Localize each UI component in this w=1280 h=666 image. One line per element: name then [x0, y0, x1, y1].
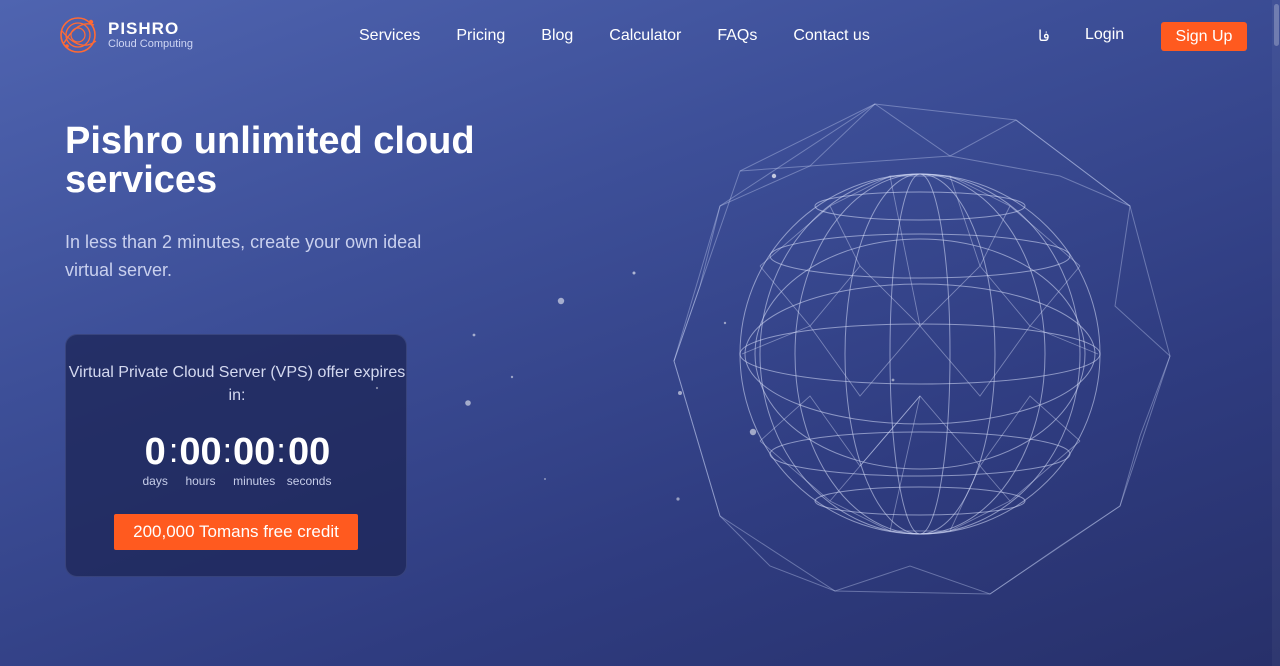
hero-subtitle: In less than 2 minutes, create your own …	[65, 232, 422, 280]
language-switch[interactable]: فا	[1038, 27, 1050, 45]
countdown-hours: 00 hours	[179, 431, 221, 488]
countdown-separator: :	[222, 432, 233, 470]
orbit-logo-icon	[60, 17, 97, 53]
page-scrollbar[interactable]	[1272, 0, 1280, 666]
countdown-days-label: days	[142, 474, 168, 488]
countdown-seconds-label: seconds	[286, 474, 332, 488]
countdown-minutes-label: minutes	[233, 474, 276, 488]
hero-title: Pishro unlimited cloud services	[65, 120, 475, 201]
countdown-separator: :	[276, 432, 286, 470]
brand-text: PISHRO Cloud Computing	[108, 20, 193, 50]
nav-calculator[interactable]: Calculator	[609, 26, 681, 46]
offer-title: Virtual Private Cloud Server (VPS) offer…	[68, 364, 406, 404]
signup-button[interactable]: Sign Up	[1161, 22, 1247, 51]
brand-tagline: Cloud Computing	[108, 38, 193, 50]
countdown-separator: :	[168, 432, 179, 470]
countdown-days-value: 0	[144, 431, 166, 473]
countdown-seconds-value: 00	[287, 431, 331, 473]
brand-logo[interactable]: PISHRO Cloud Computing	[58, 13, 193, 57]
site-header: PISHRO Cloud Computing Services Pricing …	[0, 0, 1280, 72]
nav-faqs[interactable]: FAQs	[717, 26, 757, 46]
nav-services[interactable]: Services	[359, 26, 420, 46]
free-credit-button[interactable]: 200,000 Tomans free credit	[114, 514, 358, 550]
brand-name: PISHRO	[108, 19, 180, 38]
nav-pricing[interactable]: Pricing	[456, 26, 505, 46]
vps-offer-card: Virtual Private Cloud Server (VPS) offer…	[65, 334, 407, 577]
nav-blog[interactable]: Blog	[541, 26, 573, 46]
countdown-timer: 0 days : 00 hours : 00 minutes : 00 seco…	[66, 431, 408, 488]
main-nav: Services Pricing Blog Calculator FAQs Co…	[359, 26, 906, 46]
scrollbar-thumb[interactable]	[1274, 4, 1279, 46]
countdown-seconds: 00 seconds	[287, 431, 332, 488]
nav-contact-us[interactable]: Contact us	[793, 26, 869, 46]
countdown-days: 0 days	[143, 431, 168, 488]
countdown-hours-label: hours	[185, 474, 216, 488]
wireframe-globe	[673, 103, 1171, 595]
countdown-minutes: 00 minutes	[233, 431, 275, 488]
countdown-hours-value: 00	[179, 431, 222, 473]
login-link[interactable]: Login	[1085, 26, 1124, 44]
countdown-minutes-value: 00	[233, 431, 276, 473]
